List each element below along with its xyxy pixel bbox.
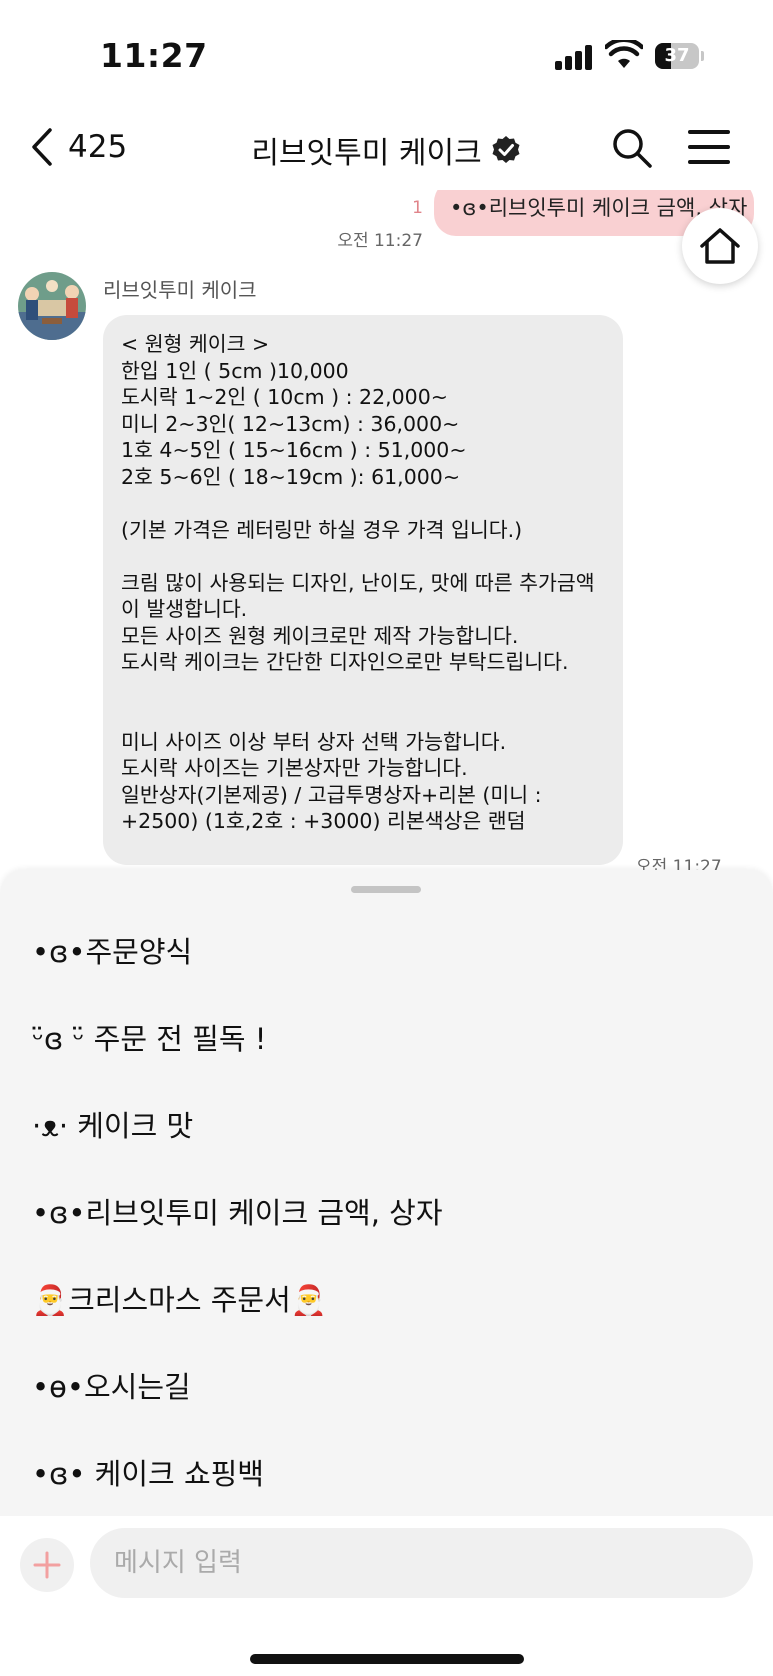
their-message-time: 오전 11:27 [636,857,722,870]
chevron-left-icon [32,128,52,166]
sheet-drag-handle[interactable] [351,886,421,893]
chat-area[interactable]: 1 오전 11:27 •ɞ•리브잇투미 케이크 금액, 상자 리브잇투미 케이크… [0,190,773,870]
my-message-time: 오전 11:27 [337,231,423,251]
message-line: 도시락 사이즈는 기본상자만 가능합니다. [121,756,468,780]
menu-item-directions[interactable]: •ɵ•오시는길 [32,1355,191,1415]
message-line: 2호 5~6인 ( 18~19cm ): 61,000~ [121,464,461,489]
read-count: 1 [412,198,423,218]
message-line: 미니 사이즈 이상 부터 상자 선택 가능합니다. [121,729,507,754]
hamburger-menu-icon[interactable] [688,130,730,164]
home-indicator [250,1654,524,1664]
home-button[interactable] [682,208,758,284]
message-line: (기본 가격은 레터링만 하실 경우 가격 입니다.) [121,517,523,542]
quick-menu-sheet: •ɞ•주문양식 ᵕ̈ɞ ᵕ̈ 주문 전 필독 ! ·ᴥ· 케이크 맛 •ɞ•리브… [0,870,773,1516]
menu-item-christmas-order[interactable]: 🎅크리스마스 주문서🎅 [32,1268,327,1328]
unread-count: 425 [68,129,128,165]
message-line: 1호 4~5인 ( 15~16cm ) : 51,000~ [121,438,467,462]
message-line: 모든 사이즈 원형 케이크로만 제작 가능합니다. [121,623,519,648]
sender-name: 리브잇투미 케이크 [103,278,257,302]
menu-item-cake-flavors[interactable]: ·ᴥ· 케이크 맛 [32,1094,193,1154]
battery-icon: 37 [655,43,704,69]
battery-level: 37 [664,45,690,66]
message-line [121,490,605,517]
menu-item-must-read[interactable]: ᵕ̈ɞ ᵕ̈ 주문 전 필독 ! [32,1007,266,1067]
message-line [121,702,605,729]
message-line: 도시락 1~2인 ( 10cm ) : 22,000~ [121,385,448,409]
message-input[interactable] [90,1528,753,1598]
message-line: < 원형 케이크 > [121,332,270,356]
plus-icon [33,1551,61,1579]
attach-button[interactable] [20,1538,74,1592]
message-line: 한입 1인 ( 5cm )10,000 [121,358,349,383]
menu-item-order-form[interactable]: •ɞ•주문양식 [32,920,192,980]
message-line [121,543,605,570]
message-line: 이 발생합니다. [121,597,248,621]
avatar[interactable] [18,272,86,340]
message-line [121,676,605,703]
chat-title: 리브잇투미 케이크 [251,136,482,171]
message-line: 미니 2~3인( 12~13cm) : 36,000~ [121,411,460,436]
message-line: +2500) (1호,2호 : +3000) 리본색상은 랜덤 [121,809,526,833]
wifi-icon [605,40,643,68]
menu-item-shopping-bag[interactable]: •ɞ• 케이크 쇼핑백 [32,1442,264,1502]
message-line: 도시락 케이크는 간단한 디자인으로만 부탁드립니다. [121,650,569,674]
home-icon [700,228,740,264]
chat-header: 425 리브잇투미 케이크 [0,110,773,190]
status-time: 11:27 [100,36,208,75]
search-icon[interactable] [610,126,654,170]
verified-badge-icon [492,136,520,163]
their-message-bubble[interactable]: < 원형 케이크 > 한입 1인 ( 5cm )10,000 도시락 1~2인 … [103,315,623,865]
cellular-signal-icon [555,44,595,70]
message-input-bar [0,1516,773,1676]
back-button[interactable]: 425 [28,122,127,172]
message-line: 크림 많이 사용되는 디자인, 난이도, 맛에 따른 추가금액 [121,570,595,595]
menu-item-price-box[interactable]: •ɞ•리브잇투미 케이크 금액, 상자 [32,1181,443,1241]
message-line: 일반상자(기본제공) / 고급투명상자+리본 (미니 : [121,782,542,807]
status-bar: 11:27 37 [0,0,773,110]
